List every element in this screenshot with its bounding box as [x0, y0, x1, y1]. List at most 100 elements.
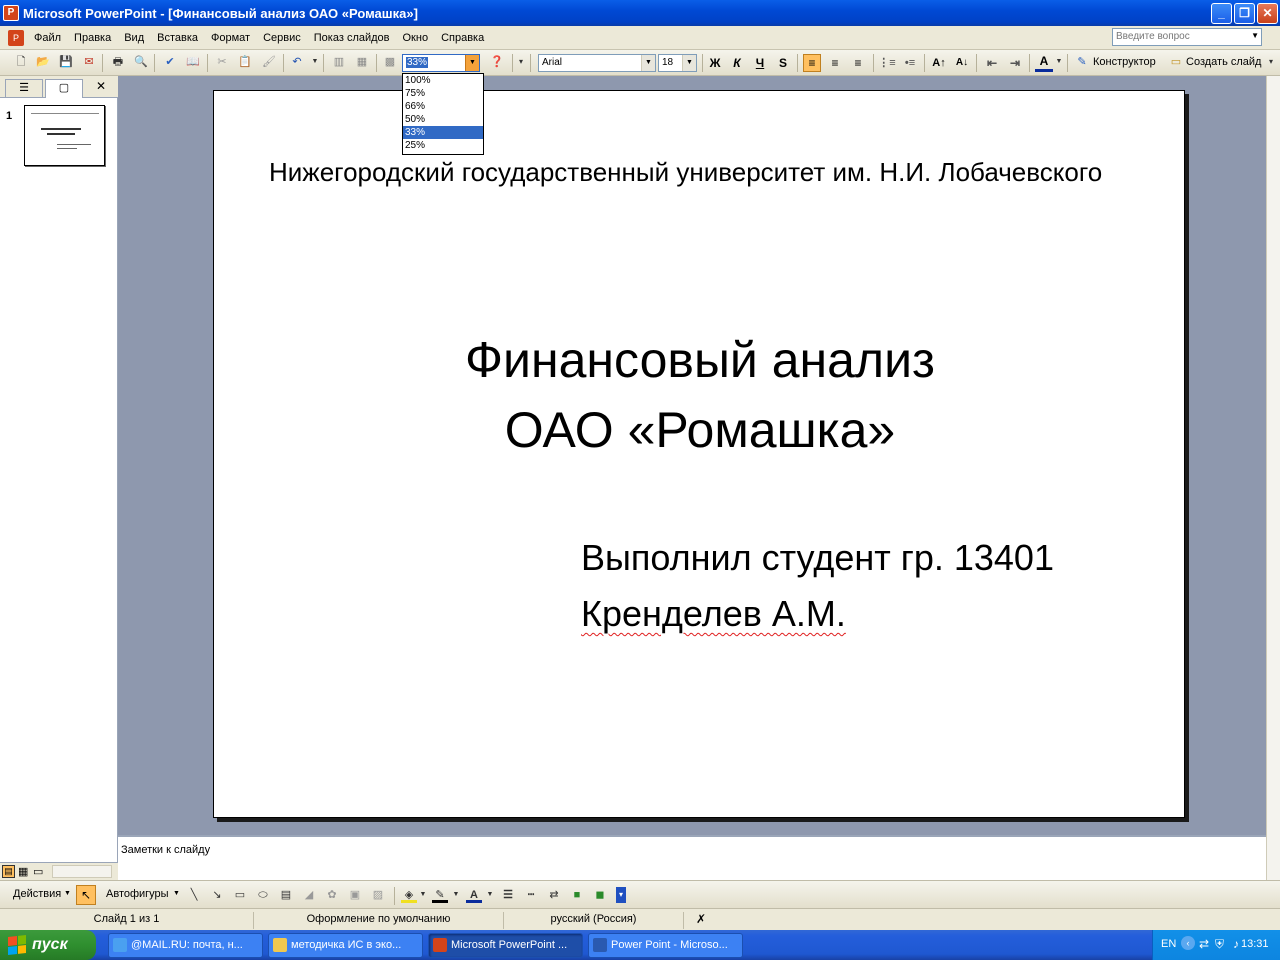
decrease-font-button[interactable]: A↓ [953, 54, 971, 72]
zoom-option-selected[interactable]: 33% [403, 126, 483, 139]
align-left-button[interactable]: ≡ [803, 54, 821, 72]
slide-canvas[interactable]: Нижегородский государственный университе… [213, 90, 1185, 818]
zoom-option[interactable]: 50% [403, 113, 483, 126]
select-pointer-icon[interactable]: ↖ [76, 885, 96, 905]
align-right-button[interactable]: ≡ [849, 54, 867, 72]
font-name-combo[interactable]: Arial ▼ [538, 54, 656, 72]
slide-university-text[interactable]: Нижегородский государственный университе… [269, 157, 1102, 188]
language-indicator[interactable]: EN [1161, 938, 1176, 950]
minimize-button[interactable]: _ [1211, 3, 1232, 24]
new-slide-button[interactable]: Создать слайд [1186, 56, 1261, 68]
shadow-button[interactable]: S [774, 54, 792, 72]
font-color-button[interactable]: A [1035, 54, 1053, 72]
status-design[interactable]: Оформление по умолчанию [254, 912, 504, 929]
start-button[interactable]: пуск [0, 930, 96, 960]
3d-style-icon[interactable]: ◼ [592, 887, 608, 903]
chevron-down-icon[interactable]: ▼ [1251, 31, 1259, 40]
line-color-icon[interactable]: ✎ [432, 887, 448, 903]
horizontal-scrollbar[interactable] [52, 865, 112, 878]
help-icon[interactable]: ❓ [489, 54, 505, 70]
security-icon[interactable]: ⛨ [1215, 937, 1224, 952]
menu-window[interactable]: Окно [403, 32, 429, 44]
new-icon[interactable]: 🗋 [13, 54, 29, 70]
chevron-down-icon[interactable]: ▼ [641, 55, 655, 71]
chevron-down-icon[interactable]: ▼ [64, 890, 71, 897]
print-icon[interactable]: 🖶 [110, 54, 126, 70]
bullets-button[interactable]: •≡ [901, 54, 919, 72]
actions-menu[interactable]: Действия [13, 888, 61, 900]
line-icon[interactable]: ╲ [186, 887, 202, 903]
vertical-scrollbar[interactable] [1266, 76, 1280, 835]
insert-chart-icon[interactable]: ▥ [331, 54, 347, 70]
sorter-view-icon[interactable]: ▦ [18, 865, 28, 878]
chevron-down-icon[interactable]: ▼ [173, 890, 180, 897]
task-folder[interactable]: методичка ИС в эко... [268, 933, 423, 958]
numbering-button[interactable]: ⋮≡ [878, 54, 896, 72]
task-word[interactable]: Power Point - Microso... [588, 933, 743, 958]
document-icon[interactable]: P [8, 29, 24, 46]
new-slide-icon[interactable]: ▭ [1168, 54, 1184, 70]
font-color-icon[interactable]: A [466, 887, 482, 903]
picture-icon[interactable]: ▨ [370, 887, 386, 903]
tab-slides[interactable]: ▢ [45, 79, 83, 98]
restore-button[interactable]: ❐ [1234, 3, 1255, 24]
slideshow-view-icon[interactable]: ▭ [33, 865, 43, 878]
line-style-icon[interactable]: ☰ [500, 887, 516, 903]
powerpoint-icon[interactable]: P [3, 5, 19, 21]
cut-icon[interactable]: ✂ [214, 54, 230, 70]
menu-format[interactable]: Формат [211, 32, 250, 44]
insert-table-icon[interactable]: ▦ [354, 54, 370, 70]
zoom-option[interactable]: 100% [403, 74, 483, 87]
zoom-option[interactable]: 75% [403, 87, 483, 100]
task-mail[interactable]: @MAIL.RU: почта, н... [108, 933, 263, 958]
spelling-icon[interactable]: ✔ [162, 54, 178, 70]
autoshapes-menu[interactable]: Автофигуры [106, 888, 169, 900]
wordart-icon[interactable]: ◢ [301, 887, 317, 903]
menu-slideshow[interactable]: Показ слайдов [314, 32, 390, 44]
spelling-status-icon[interactable]: ✗ [690, 912, 712, 929]
menu-tools[interactable]: Сервис [263, 32, 301, 44]
arrow-icon[interactable]: ↘ [209, 887, 225, 903]
oval-icon[interactable]: ⬭ [255, 887, 271, 903]
rectangle-icon[interactable]: ▭ [232, 887, 248, 903]
save-icon[interactable]: 💾 [58, 54, 74, 70]
dash-style-icon[interactable]: ┅ [523, 887, 539, 903]
slide-title-line1[interactable]: Финансовый анализ [214, 331, 1186, 389]
increase-indent-button[interactable]: ⇥ [1006, 54, 1024, 72]
zoom-option[interactable]: 66% [403, 100, 483, 113]
network-icon[interactable]: ⇄ [1199, 937, 1209, 951]
toolbar-options-icon[interactable]: ▾ [516, 54, 526, 70]
menu-edit[interactable]: Правка [74, 32, 111, 44]
open-icon[interactable]: 📂 [35, 54, 51, 70]
menu-insert[interactable]: Вставка [157, 32, 198, 44]
font-size-combo[interactable]: 18 ▼ [658, 54, 697, 72]
zoom-option[interactable]: 25% [403, 139, 483, 152]
paste-icon[interactable]: 📋 [237, 54, 253, 70]
chevron-down-icon[interactable]: ▼ [465, 55, 479, 71]
diagram-icon[interactable]: ✿ [324, 887, 340, 903]
designer-button[interactable]: Конструктор [1093, 56, 1156, 68]
zoom-combo[interactable]: 33% ▼ [402, 54, 480, 72]
chevron-down-icon[interactable]: ▼ [418, 887, 428, 903]
underline-button[interactable]: Ч [751, 54, 769, 72]
close-button[interactable]: ✕ [1257, 3, 1278, 24]
increase-font-button[interactable]: A↑ [930, 54, 948, 72]
permission-icon[interactable]: ✉ [81, 54, 97, 70]
grid-icon[interactable]: ▩ [382, 54, 398, 70]
menu-file[interactable]: Файл [34, 32, 61, 44]
chevron-down-icon[interactable]: ▼ [682, 55, 696, 71]
clipart-icon[interactable]: ▣ [347, 887, 363, 903]
chevron-left-icon[interactable]: ‹ [1181, 936, 1195, 950]
volume-icon[interactable]: ♪ [1233, 937, 1239, 951]
chevron-down-icon[interactable]: ▼ [485, 887, 495, 903]
italic-button[interactable]: К [728, 54, 746, 72]
ask-question-input[interactable]: Введите вопрос ▼ [1112, 28, 1262, 46]
close-icon[interactable]: ✕ [96, 79, 106, 93]
menu-view[interactable]: Вид [124, 32, 144, 44]
shadow-style-icon[interactable]: ■ [569, 887, 585, 903]
preview-icon[interactable]: 🔍 [133, 54, 149, 70]
zoom-dropdown-list[interactable]: 100% 75% 66% 50% 33% 25% [402, 73, 484, 155]
arrow-style-icon[interactable]: ⇄ [546, 887, 562, 903]
textbox-icon[interactable]: ▤ [278, 887, 294, 903]
toolbar-options-icon[interactable]: ▾ [616, 887, 626, 903]
